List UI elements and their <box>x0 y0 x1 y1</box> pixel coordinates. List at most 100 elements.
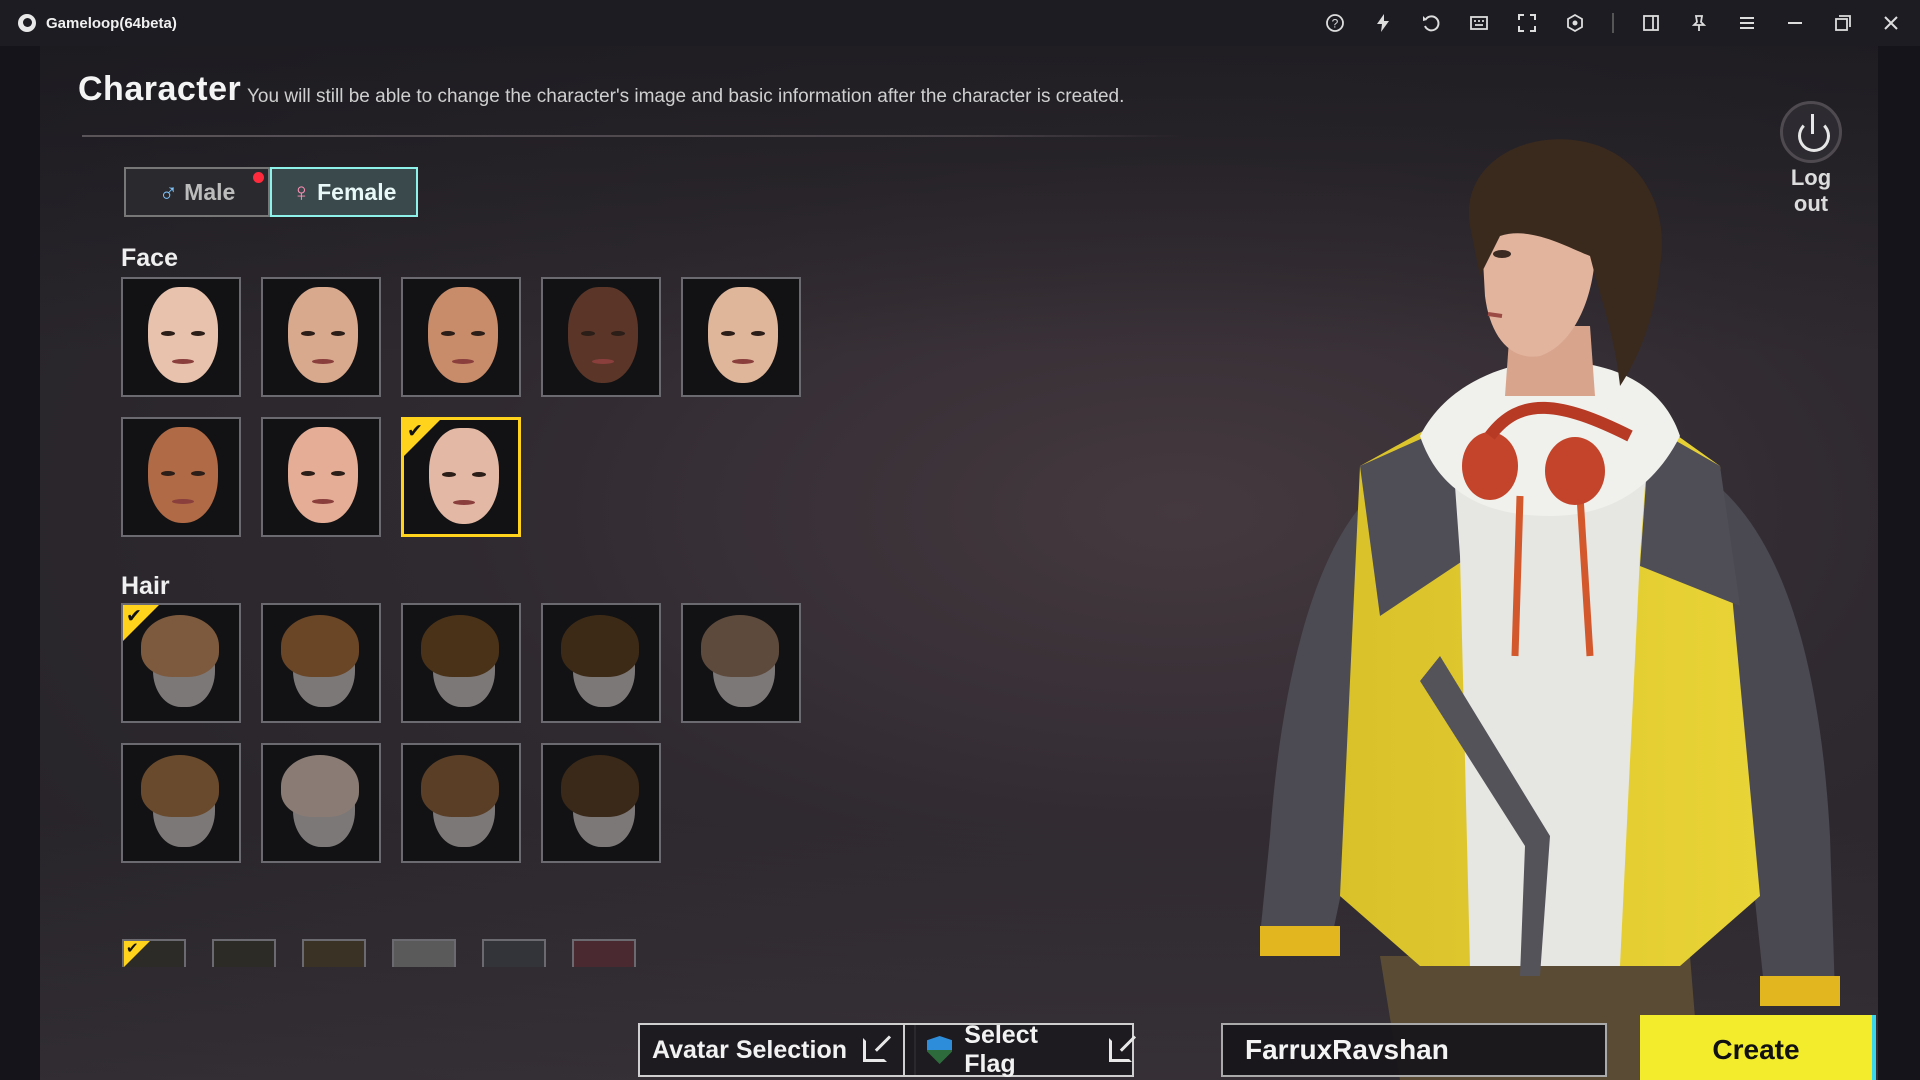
close-icon[interactable] <box>1880 12 1902 34</box>
hairstyle-thumbnail <box>561 615 639 677</box>
hair-option[interactable]: ✔ <box>121 603 241 723</box>
avatar-selection-label: Avatar Selection <box>652 1035 847 1064</box>
eye <box>191 331 205 336</box>
title-bar: Gameloop(64beta) ? <box>0 0 1920 46</box>
rotate-icon[interactable] <box>1420 12 1442 34</box>
face-option[interactable] <box>261 417 381 537</box>
face-thumbnail <box>288 287 358 383</box>
header-divider <box>82 135 1182 137</box>
hair-option[interactable] <box>541 603 661 723</box>
hair-option[interactable] <box>261 743 381 863</box>
restore-icon[interactable] <box>1832 12 1854 34</box>
eye <box>301 331 315 336</box>
face-option[interactable] <box>541 277 661 397</box>
hair-option[interactable] <box>121 743 241 863</box>
hair-option[interactable] <box>401 743 521 863</box>
power-icon <box>1780 101 1842 163</box>
fullscreen-icon[interactable] <box>1516 12 1538 34</box>
mouth <box>172 359 194 364</box>
eye <box>721 331 735 336</box>
eye <box>442 472 456 477</box>
female-icon: ♀ <box>291 176 312 207</box>
keyboard-map-icon[interactable] <box>1468 12 1490 34</box>
mouth <box>312 499 334 504</box>
eye <box>331 471 345 476</box>
eye <box>161 471 175 476</box>
eye <box>581 331 595 336</box>
face-option[interactable] <box>121 277 241 397</box>
hairstyle-thumbnail <box>421 755 499 817</box>
avatar-selection-button[interactable]: Avatar Selection <box>638 1023 916 1077</box>
face-option[interactable] <box>401 277 521 397</box>
menu-icon[interactable] <box>1736 12 1758 34</box>
page-subtitle: You will still be able to change the cha… <box>247 86 1125 107</box>
hairstyle-thumbnail <box>281 615 359 677</box>
hairstyle-thumbnail <box>701 615 779 677</box>
screenshot-icon[interactable] <box>1564 12 1586 34</box>
hair-option[interactable] <box>541 743 661 863</box>
hair-color-swatch[interactable] <box>212 939 276 967</box>
hairstyle-thumbnail <box>141 755 219 817</box>
mouth <box>732 359 754 364</box>
face-thumbnail <box>708 287 778 383</box>
hair-color-swatch[interactable]: ✔ <box>122 939 186 967</box>
hairstyle-thumbnail <box>281 755 359 817</box>
boost-icon[interactable] <box>1372 12 1394 34</box>
game-viewport: Character You will still be able to chan… <box>40 46 1878 1080</box>
gender-male-button[interactable]: ♂ Male <box>124 167 270 217</box>
mouth <box>452 359 474 364</box>
edit-icon <box>1108 1038 1132 1062</box>
hair-section-label: Hair <box>121 572 170 600</box>
face-thumbnail <box>288 427 358 523</box>
pin-icon[interactable] <box>1688 12 1710 34</box>
checkmark-icon: ✔ <box>407 421 423 442</box>
edit-icon <box>862 1038 887 1062</box>
sidebar-icon[interactable] <box>1640 12 1662 34</box>
hair-color-swatch[interactable] <box>482 939 546 967</box>
checkmark-icon: ✔ <box>126 940 139 957</box>
face-thumbnail <box>148 427 218 523</box>
eye <box>472 472 486 477</box>
hair-option[interactable] <box>681 603 801 723</box>
mouth <box>312 359 334 364</box>
hair-color-swatch[interactable] <box>572 939 636 967</box>
gameloop-logo-icon <box>18 14 36 32</box>
create-button[interactable]: Create <box>1640 1015 1876 1080</box>
eye <box>751 331 765 336</box>
eye <box>301 471 315 476</box>
notification-dot <box>253 172 264 183</box>
face-thumbnail <box>428 287 498 383</box>
hair-color-swatch[interactable] <box>392 939 456 967</box>
face-option[interactable] <box>681 277 801 397</box>
mouth <box>453 500 475 505</box>
eye <box>331 331 345 336</box>
logout-button[interactable]: Log out <box>1771 101 1851 217</box>
male-icon: ♂ <box>158 176 179 207</box>
face-option[interactable] <box>261 277 381 397</box>
select-flag-label: Select Flag <box>964 1021 1038 1078</box>
hairstyle-thumbnail <box>561 755 639 817</box>
face-thumbnail <box>148 287 218 383</box>
hair-option[interactable] <box>401 603 521 723</box>
mouth <box>592 359 614 364</box>
gender-male-label: Male <box>184 178 236 205</box>
logout-label: Log out <box>1790 165 1832 216</box>
minimize-icon[interactable] <box>1784 12 1806 34</box>
toolbar-divider <box>1612 13 1614 33</box>
window-title: Gameloop(64beta) <box>46 14 177 32</box>
character-name-input[interactable] <box>1221 1023 1607 1077</box>
hair-color-swatch[interactable] <box>302 939 366 967</box>
gender-female-button[interactable]: ♀ Female <box>270 167 418 217</box>
eye <box>611 331 625 336</box>
mouth <box>172 499 194 504</box>
face-thumbnail <box>568 287 638 383</box>
eye <box>191 471 205 476</box>
hair-option[interactable] <box>261 603 381 723</box>
select-flag-button[interactable]: Select Flag <box>903 1021 1134 1078</box>
gender-toggle: ♂ Male ♀ Female <box>124 167 418 217</box>
character-preview[interactable] <box>1220 136 1878 1080</box>
face-option[interactable]: ✔ <box>401 417 521 537</box>
face-option[interactable] <box>121 417 241 537</box>
help-icon[interactable]: ? <box>1324 12 1346 34</box>
flag-shield-icon <box>927 1036 953 1064</box>
